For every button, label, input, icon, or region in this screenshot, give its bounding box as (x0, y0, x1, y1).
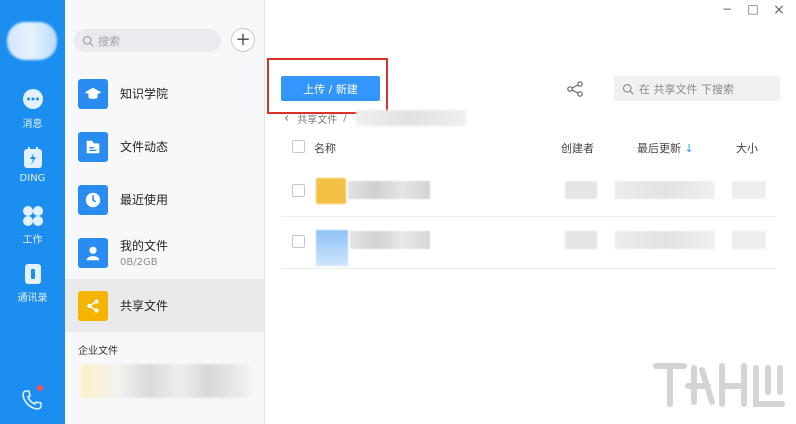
graduation-cap-icon (78, 78, 108, 109)
message-icon (22, 89, 43, 109)
minimize-button[interactable]: − (719, 2, 735, 16)
file-size (732, 181, 766, 199)
file-creator (565, 181, 597, 199)
close-button[interactable]: × (771, 2, 787, 18)
enterprise-files-title: 企业文件 (78, 346, 118, 357)
file-updated (615, 181, 715, 199)
left-rail: 消息 DING 工作 通讯录 (0, 0, 65, 424)
rail-item-contacts[interactable]: 通讯录 (0, 262, 65, 304)
phone-icon[interactable] (20, 388, 44, 412)
file-name (348, 181, 430, 199)
rail-label: 消息 (22, 119, 43, 130)
breadcrumb: ‹ 共享文件 / (284, 111, 347, 126)
sidebar-item-knowledge[interactable]: 知识学院 (65, 67, 264, 120)
column-header-creator[interactable]: 创建者 (561, 140, 594, 156)
sidebar-item-label: 文件动态 (120, 140, 169, 154)
upload-new-button[interactable]: 上传 / 新建 (281, 76, 380, 101)
avatar[interactable] (7, 22, 57, 60)
search-placeholder: 搜索 (98, 34, 120, 48)
folder-icon (316, 178, 346, 204)
ding-icon (23, 147, 42, 168)
file-creator (565, 231, 597, 249)
search-icon (622, 83, 634, 95)
user-icon (78, 237, 108, 268)
contacts-icon (24, 264, 41, 284)
select-all-checkbox[interactable] (292, 140, 305, 153)
rail-label: 通讯录 (17, 293, 48, 304)
back-icon[interactable]: ‹ (284, 111, 289, 126)
file-updated (615, 231, 715, 249)
row-checkbox[interactable] (292, 184, 305, 197)
storage-usage: 0B/2GB (120, 257, 158, 268)
enterprise-file-item[interactable] (81, 364, 251, 398)
column-header-updated[interactable]: 最后更新 ↓ (637, 140, 694, 156)
shared-files-search-input[interactable]: 在 共享文件 下搜索 (614, 76, 780, 101)
sidebar-item-recent[interactable]: 最近使用 (65, 173, 264, 226)
rail-item-work[interactable]: 工作 (0, 204, 65, 246)
share-icon (78, 290, 108, 321)
column-header-size[interactable]: 大小 (736, 140, 758, 156)
file-sidebar: 搜索 + 知识学院 文件动态 最近使用 我的文件 0B/2GB 共享文件 企业文… (65, 0, 265, 424)
folder-icon (78, 131, 108, 162)
table-row[interactable] (281, 165, 776, 217)
breadcrumb-current[interactable] (356, 110, 466, 126)
sidebar-item-label: 最近使用 (120, 193, 169, 207)
column-header-updated-label: 最后更新 (637, 142, 681, 155)
rail-item-messages[interactable]: 消息 (0, 88, 65, 130)
file-size (732, 231, 766, 249)
sidebar-search-input[interactable]: 搜索 (74, 29, 221, 52)
sidebar-item-shared-files[interactable]: 共享文件 (65, 279, 264, 332)
search-icon (82, 35, 94, 47)
search-placeholder: 在 共享文件 下搜索 (639, 82, 734, 96)
notification-dot (37, 385, 43, 391)
breadcrumb-item[interactable]: 共享文件 (297, 111, 337, 126)
work-icon (22, 206, 43, 226)
sidebar-item-label: 知识学院 (120, 87, 169, 101)
column-header-name[interactable]: 名称 (314, 140, 336, 156)
row-checkbox[interactable] (292, 235, 305, 248)
watermark-logo (653, 363, 785, 407)
add-button[interactable]: + (231, 28, 255, 52)
clock-icon (78, 184, 108, 215)
maximize-button[interactable]: □ (745, 2, 761, 16)
sidebar-item-file-activity[interactable]: 文件动态 (65, 120, 264, 173)
share-link-icon[interactable] (565, 79, 585, 99)
app-window: 消息 DING 工作 通讯录 搜索 + 知识学院 文件动态 最近使用 我的文件 … (0, 0, 796, 424)
rail-item-ding[interactable]: DING (0, 146, 65, 184)
breadcrumb-separator: / (343, 113, 347, 124)
rail-label: 工作 (22, 235, 43, 246)
sidebar-item-my-files[interactable]: 我的文件 0B/2GB (65, 226, 264, 279)
rail-label: DING (19, 173, 46, 184)
file-type-icon (316, 230, 348, 266)
sidebar-item-text: 我的文件 0B/2GB (120, 237, 168, 268)
sidebar-item-label: 我的文件 (120, 239, 169, 253)
sidebar-item-label: 共享文件 (120, 299, 169, 313)
sort-arrow-icon: ↓ (684, 142, 694, 155)
file-name (350, 231, 430, 249)
table-row[interactable] (281, 217, 776, 269)
